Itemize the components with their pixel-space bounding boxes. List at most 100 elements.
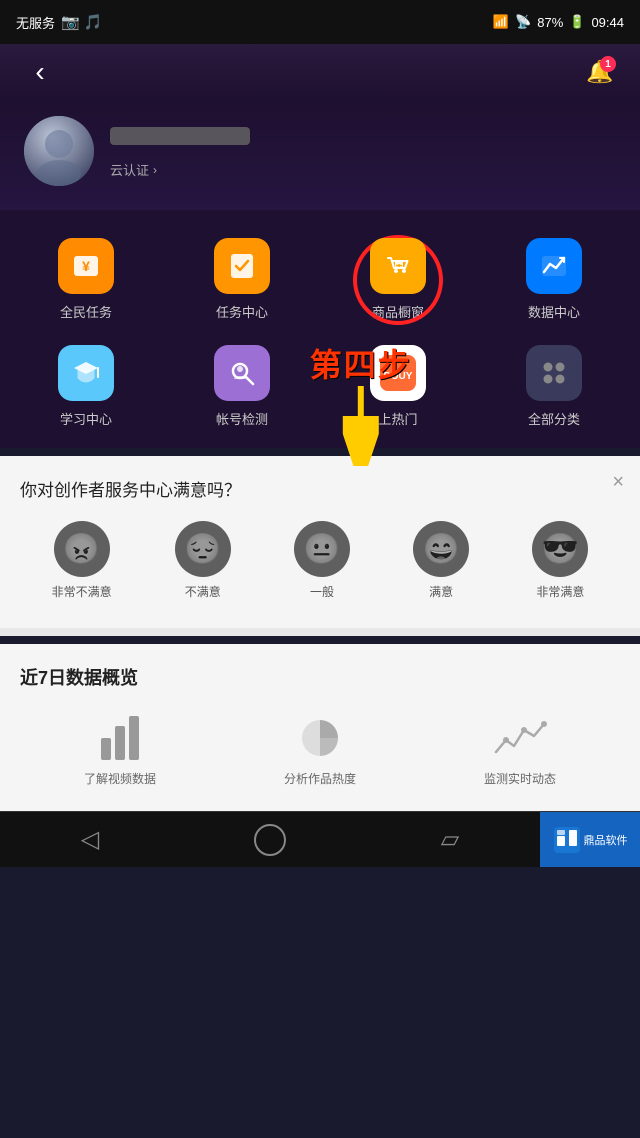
quanmin-icon-wrap: ¥ (58, 238, 114, 294)
menu-item-shuju[interactable]: 数据中心 (476, 226, 632, 333)
nav-home-button[interactable] (180, 812, 360, 867)
video-data-label: 了解视频数据 (84, 770, 156, 787)
emoji-neutral: 😐 (294, 521, 350, 577)
menu-item-shangpin[interactable]: 商品橱窗 (320, 226, 476, 333)
xuexi-icon-wrap (58, 345, 114, 401)
emoji-very-good: 😎 (532, 521, 588, 577)
back-button[interactable]: ‹ (20, 52, 60, 92)
data-section-title: 近7日数据概览 (20, 664, 620, 690)
nav-back-button[interactable]: ◁ (0, 812, 180, 867)
back-icon: ‹ (35, 56, 44, 88)
emoji-very-bad: 😠 (54, 521, 110, 577)
line-chart-svg (492, 716, 548, 760)
quanbu-label: 全部分类 (528, 409, 580, 428)
signal-bars: 📶 (493, 14, 509, 30)
status-right: 📶 📡 87% 🔋 09:44 (493, 14, 624, 30)
notification-badge: 1 (600, 56, 616, 72)
shuju-icon (538, 250, 570, 282)
quanbu-icon-wrap (526, 345, 582, 401)
shangpin-icon (382, 250, 414, 282)
bottom-nav: ◁ ▱ 鼎品软件 (0, 811, 640, 867)
renwu-label: 任务中心 (216, 302, 268, 321)
brand-text: 鼎品软件 (584, 832, 628, 848)
menu-item-quanbu[interactable]: 全部分类 (476, 333, 632, 440)
svg-text:¥: ¥ (82, 258, 90, 274)
video-data-icon (90, 710, 150, 760)
shangpin-label: 商品橱窗 (372, 302, 424, 321)
menu-item-quanmin[interactable]: ¥ 全民任务 (8, 226, 164, 333)
realtime-icon (490, 710, 550, 760)
step-text: 第四步 (310, 340, 412, 386)
status-bar: 无服务 📷🎵 📶 📡 87% 🔋 09:44 (0, 0, 640, 44)
data-item-realtime[interactable]: 监测实时动态 (484, 710, 556, 787)
app-icons: 📷🎵 (61, 13, 102, 31)
nav-recent-icon: ▱ (441, 825, 459, 854)
pie-chart-svg (298, 716, 342, 760)
shuju-icon-wrap (526, 238, 582, 294)
shuju-label: 数据中心 (528, 302, 580, 321)
survey-title: 你对创作者服务中心满意吗？ (20, 476, 620, 501)
battery-icon: 🔋 (569, 14, 585, 30)
emoji-good-label: 满意 (429, 583, 453, 600)
data-item-heat[interactable]: 分析作品热度 (284, 710, 356, 787)
step-arrow-svg (343, 386, 379, 466)
nav-back-icon: ◁ (81, 825, 99, 854)
emoji-very-good-label: 非常满意 (536, 583, 584, 600)
survey-option-very-bad[interactable]: 😠 非常不满意 (52, 521, 112, 600)
wifi-icon: 📡 (515, 14, 531, 30)
survey-option-good[interactable]: 😄 满意 (413, 521, 469, 600)
top-nav: ‹ 🔔 1 (0, 44, 640, 100)
battery-label: 87% (537, 15, 563, 30)
name-blur (110, 123, 250, 149)
survey-close-button[interactable]: × (612, 472, 624, 492)
profile-verify-button[interactable]: 云认证 › (110, 160, 616, 179)
xuexi-icon (70, 357, 102, 389)
quanbu-icon (538, 357, 570, 389)
nav-recent-button[interactable]: ▱ (360, 812, 540, 867)
survey-section: × 你对创作者服务中心满意吗？ 😠 非常不满意 😔 不满意 😐 一般 😄 满意 … (0, 456, 640, 628)
work-heat-icon (290, 710, 350, 760)
bar1 (101, 738, 111, 760)
bar2 (115, 726, 125, 760)
menu-item-xuexi[interactable]: 学习中心 (8, 333, 164, 440)
xuexi-label: 学习中心 (60, 409, 112, 428)
brand-icon (553, 826, 581, 854)
menu-item-zhanghao[interactable]: 帐号检测 (164, 333, 320, 440)
work-heat-label: 分析作品热度 (284, 770, 356, 787)
survey-emojis: 😠 非常不满意 😔 不满意 😐 一般 😄 满意 😎 非常满意 (20, 521, 620, 600)
zhanghao-icon-wrap (214, 345, 270, 401)
nav-home-icon (254, 824, 286, 856)
step-annotation: 第四步 (310, 340, 412, 466)
profile-info: 云认证 › (110, 123, 616, 179)
renwu-icon (226, 250, 258, 282)
emoji-bad: 😔 (175, 521, 231, 577)
profile-name (110, 123, 616, 154)
profile-section: 云认证 › (0, 100, 640, 210)
time-label: 09:44 (591, 15, 624, 30)
survey-option-very-good[interactable]: 😎 非常满意 (532, 521, 588, 600)
divider (0, 628, 640, 636)
emoji-bad-label: 不满意 (185, 583, 221, 600)
status-left: 无服务 📷🎵 (16, 13, 102, 32)
verify-label: 云认证 (110, 160, 149, 179)
emoji-neutral-label: 一般 (310, 583, 334, 600)
quanmin-icon: ¥ (70, 250, 102, 282)
carrier-label: 无服务 (16, 13, 55, 32)
bar3 (129, 716, 139, 760)
verify-arrow: › (153, 163, 157, 177)
quanmin-label: 全民任务 (60, 302, 112, 321)
survey-option-neutral[interactable]: 😐 一般 (294, 521, 350, 600)
data-section: 近7日数据概览 了解视频数据 分析作品热度 (0, 644, 640, 811)
emoji-good: 😄 (413, 521, 469, 577)
avatar (24, 116, 94, 186)
renwu-icon-wrap (214, 238, 270, 294)
shangpin-icon-wrap (370, 238, 426, 294)
data-items: 了解视频数据 分析作品热度 监测实 (20, 710, 620, 787)
zhanghao-icon (226, 357, 258, 389)
realtime-label: 监测实时动态 (484, 770, 556, 787)
data-item-video[interactable]: 了解视频数据 (84, 710, 156, 787)
survey-option-bad[interactable]: 😔 不满意 (175, 521, 231, 600)
notification-button[interactable]: 🔔 1 (580, 52, 620, 92)
menu-item-renwu[interactable]: 任务中心 (164, 226, 320, 333)
emoji-very-bad-label: 非常不满意 (52, 583, 112, 600)
